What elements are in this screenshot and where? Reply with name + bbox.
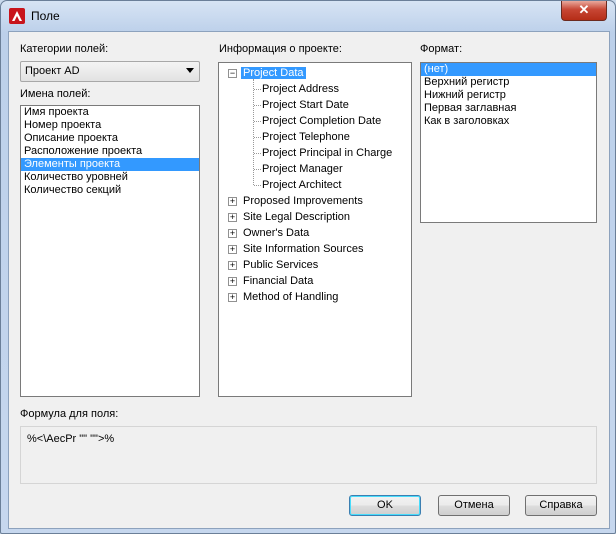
- tree-guide-line: [254, 185, 261, 186]
- autocad-logo-icon: [9, 8, 25, 24]
- help-button[interactable]: Справка: [525, 495, 597, 516]
- field-name-item[interactable]: Количество секций: [21, 184, 199, 197]
- tree-guide-line: [254, 153, 261, 154]
- format-item[interactable]: (нет): [421, 63, 596, 76]
- categories-label: Категории полей:: [20, 43, 109, 55]
- field-name-item[interactable]: Номер проекта: [21, 119, 199, 132]
- format-item[interactable]: Нижний регистр: [421, 89, 596, 102]
- ok-button[interactable]: OK: [349, 495, 421, 516]
- cancel-button[interactable]: Отмена: [438, 495, 510, 516]
- formula-label: Формула для поля:: [20, 408, 119, 420]
- tree-node-item[interactable]: Project Completion Date: [262, 113, 381, 129]
- tree-node-item[interactable]: Project Principal in Charge: [262, 145, 392, 161]
- tree-node-group[interactable]: Site Legal Description: [243, 209, 350, 225]
- formula-field[interactable]: %<\AecPr "" "">%: [20, 426, 597, 484]
- tree-node-group[interactable]: Site Information Sources: [243, 241, 363, 257]
- field-name-item[interactable]: Расположение проекта: [21, 145, 199, 158]
- collapse-icon[interactable]: −: [228, 69, 237, 78]
- field-name-item[interactable]: Описание проекта: [21, 132, 199, 145]
- tree-guide-line: [254, 105, 261, 106]
- tree-node-item[interactable]: Project Architect: [262, 177, 341, 193]
- tree-guide-line: [254, 89, 261, 90]
- expand-icon[interactable]: +: [228, 277, 237, 286]
- dialog-window: Поле ✕ Категории полей: Проект AD Имена …: [0, 0, 616, 534]
- title-bar: Поле ✕: [1, 1, 615, 31]
- tree-node-item[interactable]: Project Start Date: [262, 97, 349, 113]
- tree-node-group[interactable]: Public Services: [243, 257, 318, 273]
- format-item[interactable]: Первая заглавная: [421, 102, 596, 115]
- field-name-item[interactable]: Имя проекта: [21, 106, 199, 119]
- formula-value: %<\AecPr "" "">%: [27, 433, 115, 445]
- tree-node-project-data[interactable]: Project Data: [241, 65, 306, 81]
- tree-node-group[interactable]: Financial Data: [243, 273, 313, 289]
- categories-selected: Проект AD: [25, 65, 80, 77]
- categories-dropdown[interactable]: Проект AD: [20, 61, 200, 82]
- expand-icon[interactable]: +: [228, 245, 237, 254]
- close-button[interactable]: ✕: [561, 1, 607, 21]
- field-name-item[interactable]: Элементы проекта: [21, 158, 199, 171]
- format-label: Формат:: [420, 43, 463, 55]
- chevron-down-icon: [186, 68, 194, 73]
- field-names-list[interactable]: Имя проекта Номер проекта Описание проекта…: [20, 105, 200, 397]
- expand-icon[interactable]: +: [228, 293, 237, 302]
- project-info-tree[interactable]: − Project Data Project Address Project Star…: [218, 62, 412, 397]
- dialog-body: Категории полей: Проект AD Имена полей: …: [8, 31, 610, 529]
- expand-icon[interactable]: +: [228, 261, 237, 270]
- expand-icon[interactable]: +: [228, 197, 237, 206]
- tree-node-item[interactable]: Project Address: [262, 81, 339, 97]
- format-item[interactable]: Верхний регистр: [421, 76, 596, 89]
- format-list[interactable]: (нет) Верхний регистр Нижний регистр Первая…: [420, 62, 597, 223]
- tree-node-label: Project Data: [241, 67, 306, 79]
- tree-node-group[interactable]: Method of Handling: [243, 289, 338, 305]
- tree-node-item[interactable]: Project Telephone: [262, 129, 350, 145]
- window-title: Поле: [31, 9, 60, 23]
- field-name-item[interactable]: Количество уровней: [21, 171, 199, 184]
- tree-guide-line: [254, 137, 261, 138]
- tree-guide-line: [254, 121, 261, 122]
- tree-node-group[interactable]: Proposed Improvements: [243, 193, 363, 209]
- project-info-label: Информация о проекте:: [219, 43, 342, 55]
- tree-node-group[interactable]: Owner's Data: [243, 225, 309, 241]
- expand-icon[interactable]: +: [228, 229, 237, 238]
- expand-icon[interactable]: +: [228, 213, 237, 222]
- field-names-label: Имена полей:: [20, 88, 91, 100]
- tree-guide-line: [254, 169, 261, 170]
- tree-node-item[interactable]: Project Manager: [262, 161, 343, 177]
- format-item[interactable]: Как в заголовках: [421, 115, 596, 128]
